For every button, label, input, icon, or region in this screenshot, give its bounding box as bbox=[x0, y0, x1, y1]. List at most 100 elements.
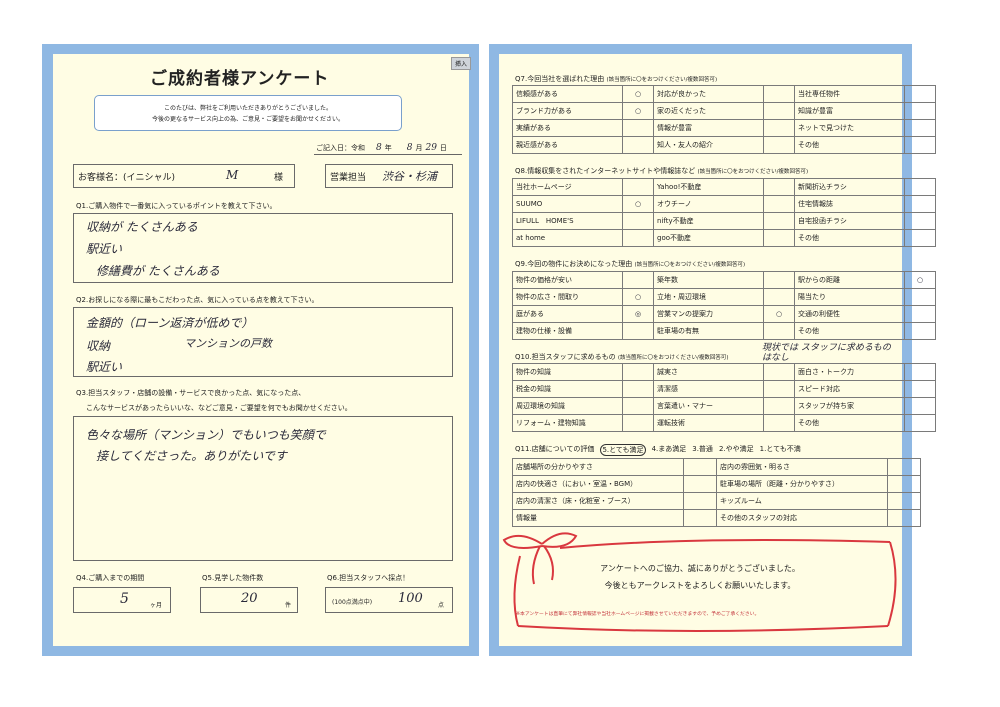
answer-mark-cell[interactable] bbox=[763, 178, 795, 196]
entry-date: ご記入日：令和 8 年 8 月 29 日 bbox=[316, 143, 447, 153]
q10-label: Q10.担当スタッフに求めるもの bbox=[515, 353, 616, 361]
customer-initial: M bbox=[226, 168, 239, 182]
answer-mark-cell[interactable] bbox=[763, 322, 795, 340]
answer-mark-cell[interactable] bbox=[904, 178, 936, 196]
ribbon-bottom-line bbox=[517, 625, 889, 632]
answer-mark-cell[interactable] bbox=[904, 229, 936, 247]
answer-mark-cell[interactable] bbox=[763, 414, 795, 432]
option-label-cell: 陽当たり bbox=[794, 288, 905, 306]
answer-mark-cell[interactable] bbox=[904, 414, 936, 432]
answer-mark-cell[interactable] bbox=[763, 119, 795, 137]
date-year: 8 bbox=[376, 143, 382, 153]
q3-answer-box: 色々な場所（マンション）でもいつも笑顔で 接してくださった。ありがたいです bbox=[73, 416, 453, 561]
option-label-cell: SUUMO bbox=[512, 195, 623, 213]
answer-mark-cell[interactable] bbox=[904, 212, 936, 230]
answer-mark-cell[interactable] bbox=[622, 136, 654, 154]
answer-mark-cell[interactable]: ○ bbox=[763, 305, 795, 323]
answer-mark-cell[interactable] bbox=[763, 229, 795, 247]
staff-name: 渋谷・杉浦 bbox=[382, 170, 437, 183]
answer-mark-cell[interactable] bbox=[904, 136, 936, 154]
answer-mark-cell[interactable] bbox=[683, 458, 717, 476]
answer-mark-cell[interactable] bbox=[622, 178, 654, 196]
answer-mark-cell[interactable] bbox=[622, 414, 654, 432]
table-row: 庭がある ◎ 営業マンの提案力 ○ 交通の利便性 bbox=[512, 305, 936, 323]
ribbon-top-line bbox=[559, 539, 891, 549]
table-row: 周辺環境の知識 言葉遣い・マナー スタッフが持ち家 bbox=[512, 397, 936, 415]
answer-mark-cell[interactable] bbox=[763, 271, 795, 289]
answer-mark-cell[interactable] bbox=[622, 363, 654, 381]
answer-mark-cell[interactable] bbox=[622, 397, 654, 415]
answer-mark-cell[interactable] bbox=[763, 85, 795, 103]
answer-mark-cell[interactable] bbox=[622, 271, 654, 289]
answer-mark-cell[interactable] bbox=[887, 458, 921, 476]
answer-mark-cell[interactable] bbox=[887, 475, 921, 493]
option-label-cell: 知人・友人の紹介 bbox=[653, 136, 764, 154]
option-label-cell: 言葉遣い・マナー bbox=[653, 397, 764, 415]
answer-mark-cell[interactable] bbox=[763, 212, 795, 230]
answer-mark-cell[interactable] bbox=[763, 363, 795, 381]
q2-answer-box: 金額的（ローン返済が低めで） 収納 マンションの戸数 駅近い bbox=[73, 307, 453, 377]
answer-mark-cell[interactable] bbox=[904, 288, 936, 306]
answer-mark-cell[interactable] bbox=[763, 195, 795, 213]
answer-mark-cell[interactable] bbox=[887, 509, 921, 527]
option-label-cell: 対応が良かった bbox=[653, 85, 764, 103]
option-label-cell: その他のスタッフの対応 bbox=[716, 509, 888, 527]
table-row: LIFULL HOME'S nifty不動産 自宅投函チラシ bbox=[512, 212, 936, 230]
option-label-cell: 当社ホームページ bbox=[512, 178, 623, 196]
option-label-cell: リフォーム・建物知識 bbox=[512, 414, 623, 432]
option-label-cell: 物件の知識 bbox=[512, 363, 623, 381]
intro-line-2: 今後の更なるサービス向上の為、ご意見・ご要望をお聞かせください。 bbox=[151, 116, 344, 123]
option-label-cell: 店内の雰囲気・明るさ bbox=[716, 458, 888, 476]
answer-mark-cell[interactable] bbox=[763, 397, 795, 415]
answer-mark-cell[interactable] bbox=[904, 85, 936, 103]
answer-mark-cell[interactable] bbox=[904, 119, 936, 137]
option-label-cell: ネットで見つけた bbox=[794, 119, 905, 137]
option-label-cell: スタッフが持ち家 bbox=[794, 397, 905, 415]
q1-answer-box: 収納が たくさんある 駅近い 修繕費が たくさんある bbox=[73, 213, 453, 283]
option-label-cell: at home bbox=[512, 229, 623, 247]
answer-mark-cell[interactable]: ○ bbox=[622, 102, 654, 120]
option-label-cell: 運転技術 bbox=[653, 414, 764, 432]
answer-mark-cell[interactable] bbox=[683, 475, 717, 493]
answer-mark-cell[interactable] bbox=[622, 322, 654, 340]
answer-mark-cell[interactable] bbox=[887, 492, 921, 510]
table-row: 店舗場所の分かりやすさ 店内の雰囲気・明るさ bbox=[512, 458, 921, 476]
answer-mark-cell[interactable]: ○ bbox=[904, 271, 936, 289]
q7-label: Q7.今回当社を選ばれた理由 bbox=[515, 75, 605, 83]
answer-mark-cell[interactable] bbox=[622, 380, 654, 398]
answer-mark-cell[interactable] bbox=[763, 288, 795, 306]
answer-mark-cell[interactable] bbox=[763, 102, 795, 120]
answer-mark-cell[interactable] bbox=[904, 363, 936, 381]
answer-mark-cell[interactable] bbox=[622, 212, 654, 230]
option-label-cell: 家の近くだった bbox=[653, 102, 764, 120]
answer-mark-cell[interactable]: ◎ bbox=[622, 305, 654, 323]
option-label-cell: 店内の清潔さ（床・化粧室・ブース） bbox=[512, 492, 684, 510]
answer-mark-cell[interactable] bbox=[763, 136, 795, 154]
answer-mark-cell[interactable] bbox=[763, 380, 795, 398]
option-label-cell: 住宅情報誌 bbox=[794, 195, 905, 213]
answer-mark-cell[interactable] bbox=[904, 305, 936, 323]
answer-mark-cell[interactable] bbox=[622, 229, 654, 247]
answer-mark-cell[interactable] bbox=[904, 322, 936, 340]
option-label-cell: キッズルーム bbox=[716, 492, 888, 510]
answer-mark-cell[interactable]: ○ bbox=[622, 85, 654, 103]
option-label-cell: 清潔感 bbox=[653, 380, 764, 398]
q6-value: 100 bbox=[398, 591, 423, 606]
answer-mark-cell[interactable]: ○ bbox=[622, 288, 654, 306]
intro-line-1: このたびは、弊社をご利用いただきありがとうございました。 bbox=[163, 105, 332, 112]
q9-note: (該当箇所に〇をおつけください/複数回答可) bbox=[634, 262, 746, 268]
answer-mark-cell[interactable] bbox=[904, 380, 936, 398]
answer-mark-cell[interactable]: ○ bbox=[622, 195, 654, 213]
q9-header: Q9.今回の物件にお決めになった理由 (該当箇所に〇をおつけください/複数回答可… bbox=[515, 259, 745, 269]
answer-mark-cell[interactable] bbox=[904, 397, 936, 415]
answer-mark-cell[interactable] bbox=[904, 195, 936, 213]
answer-mark-cell[interactable] bbox=[683, 492, 717, 510]
thanks-line-2: 今後ともアークレストをよろしくお願いいたします。 bbox=[604, 581, 796, 590]
q4-value: 5 bbox=[120, 591, 129, 607]
q11-scale-4: 4.まあ満足 bbox=[651, 445, 687, 453]
answer-mark-cell[interactable] bbox=[683, 509, 717, 527]
answer-mark-cell[interactable] bbox=[904, 102, 936, 120]
answer-mark-cell[interactable] bbox=[622, 119, 654, 137]
option-label-cell: LIFULL HOME'S bbox=[512, 212, 623, 230]
date-day-unit: 日 bbox=[439, 144, 447, 152]
